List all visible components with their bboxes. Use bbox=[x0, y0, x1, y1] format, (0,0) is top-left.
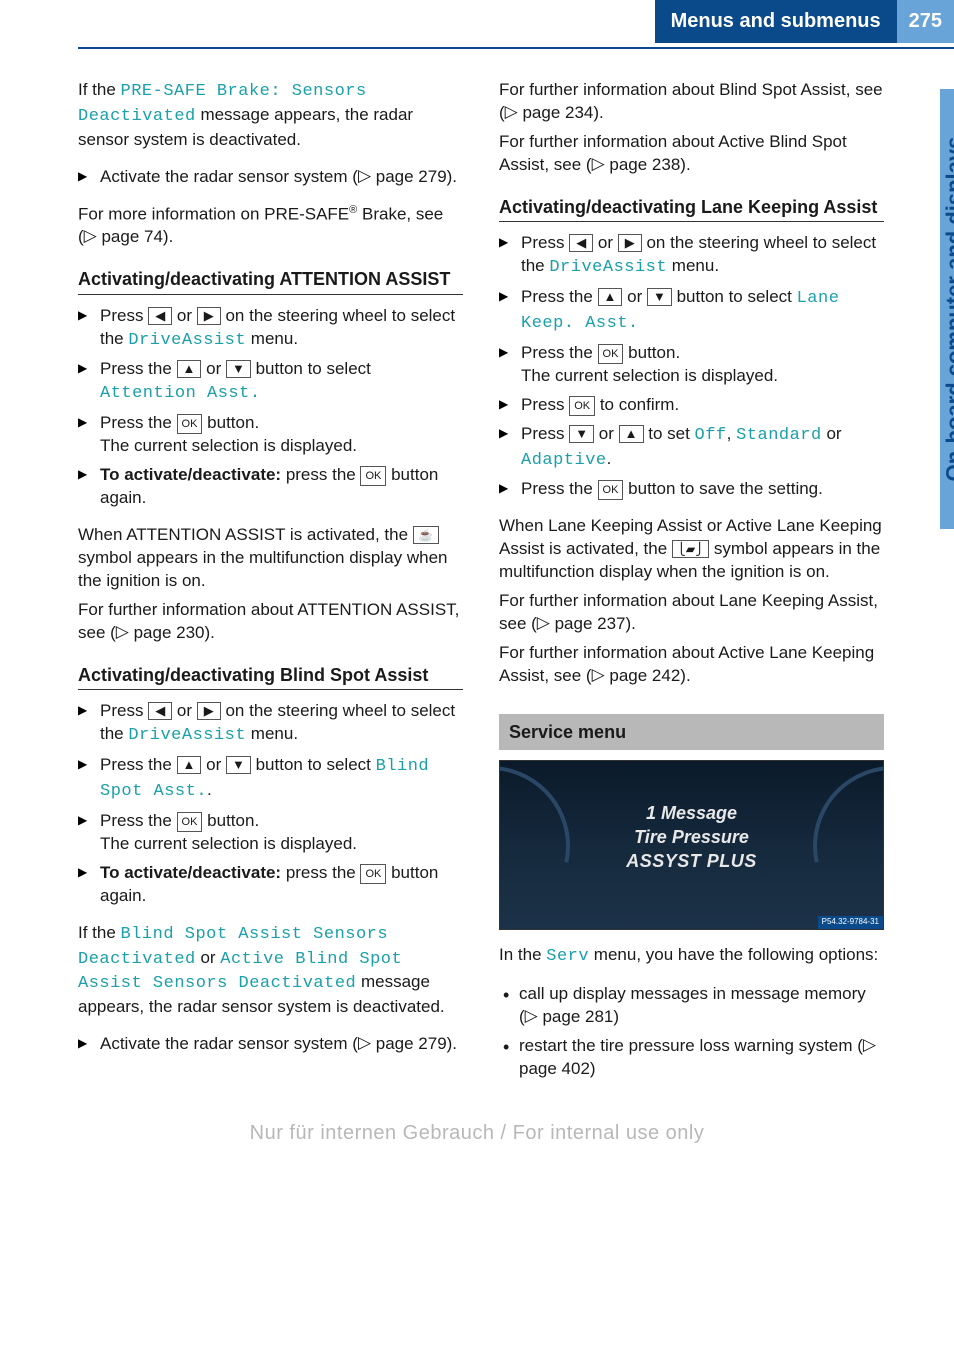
pageref-icon: ▷ bbox=[537, 613, 550, 632]
serv-option-messages: call up display messages in message memo… bbox=[499, 983, 884, 1029]
lane-assist-icon: ⎩▰⎭ bbox=[672, 540, 709, 558]
step-bs-4: To activate/deactivate: press the OK but… bbox=[78, 862, 463, 908]
pageref-icon: ▷ bbox=[525, 1006, 538, 1025]
pageref-icon: ▷ bbox=[84, 226, 97, 245]
section-service-menu: Service menu bbox=[499, 714, 884, 750]
para-att-activated: When ATTENTION ASSIST is activated, the … bbox=[78, 524, 463, 593]
right-arrow-key: ▶ bbox=[197, 307, 221, 325]
thumb-label: On-board computer and displays bbox=[940, 137, 954, 482]
step-activate-radar-2: Activate the radar sensor system (▷ page… bbox=[78, 1033, 463, 1056]
step-bs-3: Press the OK button. The current selecti… bbox=[78, 810, 463, 856]
right-arrow-key: ▶ bbox=[197, 702, 221, 720]
para-bs-deactivated: If the Blind Spot Assist Sensors Deactiv… bbox=[78, 922, 463, 1020]
column-left: If the PRE-SAFE Brake: Sensors Deactivat… bbox=[78, 79, 463, 1095]
down-arrow-key: ▼ bbox=[226, 360, 251, 378]
pageref-icon: ▷ bbox=[863, 1035, 876, 1054]
pageref-icon: ▷ bbox=[592, 665, 605, 684]
step-lk-6: Press the OK button to save the setting. bbox=[499, 478, 884, 501]
column-right: For further information about Blind Spot… bbox=[499, 79, 884, 1095]
para-presafe-msg: If the PRE-SAFE Brake: Sensors Deactivat… bbox=[78, 79, 463, 152]
para-active-lk-info: For further information about Active Lan… bbox=[499, 642, 884, 688]
up-arrow-key: ▲ bbox=[177, 756, 202, 774]
page-header: Menus and submenus 275 bbox=[0, 0, 954, 43]
para-serv-intro: In the Serv menu, you have the following… bbox=[499, 944, 884, 969]
display-text-attention-asst: Attention Asst. bbox=[100, 384, 261, 403]
step-lk-4: Press OK to confirm. bbox=[499, 394, 884, 417]
pageref-icon: ▷ bbox=[116, 622, 129, 641]
display-text-serv: Serv bbox=[546, 947, 589, 966]
display-text-adaptive: Adaptive bbox=[521, 451, 607, 470]
step-bs-1: Press ◀ or ▶ on the steering wheel to se… bbox=[78, 700, 463, 748]
left-arrow-key: ◀ bbox=[148, 307, 172, 325]
left-arrow-key: ◀ bbox=[148, 702, 172, 720]
ok-key: OK bbox=[177, 812, 203, 832]
step-lk-5: Press ▼ or ▲ to set Off, Standard or Ada… bbox=[499, 423, 884, 473]
right-arrow-key: ▶ bbox=[618, 234, 642, 252]
display-text-standard: Standard bbox=[736, 426, 822, 445]
thumb-tab: On-board computer and displays bbox=[910, 89, 954, 529]
serv-option-tire: restart the tire pressure loss warning s… bbox=[499, 1035, 884, 1081]
ok-key: OK bbox=[598, 344, 624, 364]
up-arrow-key: ▲ bbox=[598, 288, 623, 306]
down-arrow-key: ▼ bbox=[226, 756, 251, 774]
down-arrow-key: ▼ bbox=[647, 288, 672, 306]
pageref-icon: ▷ bbox=[358, 1033, 371, 1052]
heading-lane-keeping: Activating/deactivating Lane Keeping Ass… bbox=[499, 195, 884, 219]
para-lk-activated: When Lane Keeping Assist or Active Lane … bbox=[499, 515, 884, 584]
pageref-icon: ▷ bbox=[505, 102, 518, 121]
pageref-icon: ▷ bbox=[592, 154, 605, 173]
dash-line-3: ASSYST PLUS bbox=[500, 849, 883, 873]
header-title: Menus and submenus bbox=[655, 0, 897, 43]
heading-rule bbox=[499, 221, 884, 222]
dash-line-1: 1 Message bbox=[500, 801, 883, 825]
header-page-number: 275 bbox=[897, 0, 954, 43]
step-bs-2: Press the ▲ or ▼ button to select Blind … bbox=[78, 754, 463, 804]
ok-key: OK bbox=[177, 414, 203, 434]
para-att-info: For further information about ATTENTION … bbox=[78, 599, 463, 645]
ok-key: OK bbox=[360, 864, 386, 884]
para-lk-info: For further information about Lane Keepi… bbox=[499, 590, 884, 636]
image-code: P54.32-9784-31 bbox=[818, 916, 883, 929]
up-arrow-key: ▲ bbox=[177, 360, 202, 378]
para-bs-info: For further information about Blind Spot… bbox=[499, 79, 884, 125]
ok-key: OK bbox=[569, 396, 595, 416]
step-lk-1: Press ◀ or ▶ on the steering wheel to se… bbox=[499, 232, 884, 280]
step-activate-radar-1: Activate the radar sensor system (▷ page… bbox=[78, 166, 463, 189]
display-text-driveassist: DriveAssist bbox=[128, 331, 246, 350]
display-text-driveassist: DriveAssist bbox=[128, 726, 246, 745]
heading-blind-spot: Activating/deactivating Blind Spot Assis… bbox=[78, 663, 463, 687]
step-att-4: To activate/deactivate: press the OK but… bbox=[78, 464, 463, 510]
heading-attention-assist: Activating/deactivating ATTENTION ASSIST bbox=[78, 267, 463, 291]
display-text-off: Off bbox=[695, 426, 727, 445]
instrument-cluster-image: 1 Message Tire Pressure ASSYST PLUS P54.… bbox=[499, 760, 884, 930]
left-arrow-key: ◀ bbox=[569, 234, 593, 252]
up-arrow-key: ▲ bbox=[619, 425, 644, 443]
step-att-1: Press ◀ or ▶ on the steering wheel to se… bbox=[78, 305, 463, 353]
step-att-3: Press the OK button. The current selecti… bbox=[78, 412, 463, 458]
down-arrow-key: ▼ bbox=[569, 425, 594, 443]
para-presafe-info: For more information on PRE-SAFE® Brake,… bbox=[78, 203, 463, 250]
step-lk-3: Press the OK button. The current selecti… bbox=[499, 342, 884, 388]
step-att-2: Press the ▲ or ▼ button to select Attent… bbox=[78, 358, 463, 406]
display-text-driveassist: DriveAssist bbox=[549, 258, 667, 277]
pageref-icon: ▷ bbox=[358, 166, 371, 185]
coffee-cup-icon: ☕ bbox=[413, 526, 439, 544]
para-active-bs-info: For further information about Active Bli… bbox=[499, 131, 884, 177]
heading-rule bbox=[78, 689, 463, 690]
heading-rule bbox=[78, 294, 463, 295]
ok-key: OK bbox=[598, 480, 624, 500]
dash-line-2: Tire Pressure bbox=[500, 825, 883, 849]
ok-key: OK bbox=[360, 466, 386, 486]
step-lk-2: Press the ▲ or ▼ button to select Lane K… bbox=[499, 286, 884, 336]
watermark: Nur für internen Gebrauch / For internal… bbox=[0, 1120, 954, 1147]
